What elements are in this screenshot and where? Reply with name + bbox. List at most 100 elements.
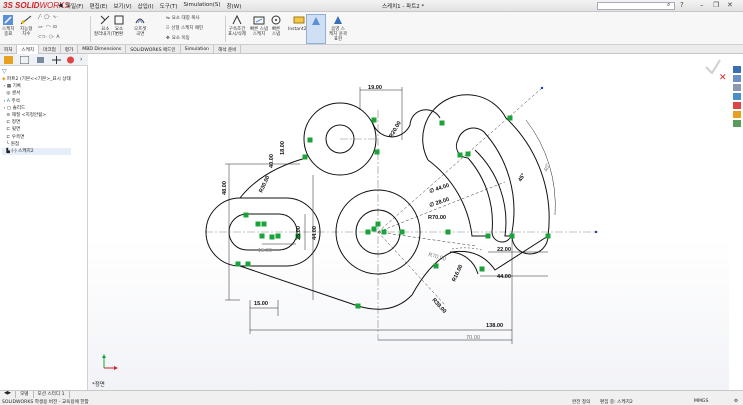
constraint-marker[interactable] xyxy=(507,115,513,121)
constraint-marker[interactable] xyxy=(545,233,551,239)
chevron-right-icon[interactable]: › xyxy=(80,56,82,63)
help-icon[interactable]: ? xyxy=(680,1,684,9)
settings-icon[interactable]: ⚙ xyxy=(734,399,738,404)
constraint-marker[interactable] xyxy=(275,233,281,239)
constraint-marker[interactable] xyxy=(445,229,451,235)
right-inner-slot[interactable] xyxy=(455,127,515,243)
constraint-marker[interactable] xyxy=(457,152,463,158)
linear-pattern-button[interactable]: ⠿ 선형 스케치 패턴 xyxy=(166,25,203,32)
tab-mbd[interactable]: MBD Dimensions xyxy=(78,45,127,54)
lower-right-arc[interactable] xyxy=(411,235,549,296)
dim-r30[interactable]: R30.00 xyxy=(258,175,271,194)
tree-item-right-plane[interactable]: ⊏ 우측면 xyxy=(2,134,71,141)
menu-view[interactable]: 보기(V) xyxy=(113,2,131,10)
tree-item-front-plane[interactable]: ⊏ 정면 xyxy=(2,119,71,126)
constraint-marker[interactable] xyxy=(243,212,249,218)
constraint-marker[interactable] xyxy=(307,137,313,143)
mirror-entities-button[interactable]: ⇋ 요소 대칭 복사 xyxy=(166,15,199,22)
dim-r70-lower[interactable]: R70.00 xyxy=(427,252,446,262)
cancel-icon[interactable]: ✕ xyxy=(719,73,727,83)
quick-snaps-button[interactable]: 빠른 스냅 xyxy=(270,14,282,37)
constraint-marker[interactable] xyxy=(371,226,377,232)
dim-48[interactable]: 48.00 xyxy=(222,181,228,195)
tab-addins[interactable]: SOLIDWORKS 애드인 xyxy=(126,45,181,54)
r16-arc[interactable] xyxy=(449,251,479,275)
slot-tool[interactable]: ⊂⊃· ⬡· A xyxy=(38,35,59,40)
constraint-marker[interactable] xyxy=(255,221,261,227)
constraint-marker[interactable] xyxy=(433,263,439,269)
dim-r16[interactable]: R16.00 xyxy=(451,264,464,283)
dimxpert-icon[interactable] xyxy=(52,56,61,64)
dim-19[interactable]: 19.00 xyxy=(368,85,382,91)
constraint-marker[interactable] xyxy=(355,303,361,309)
tree-item-top-plane[interactable]: ⊏ 윗면 xyxy=(2,126,71,133)
tree-item-sensors[interactable]: ◎ 센서 xyxy=(2,90,71,97)
constraint-marker[interactable] xyxy=(439,120,445,126)
search-input[interactable] xyxy=(597,2,675,10)
constraint-marker[interactable] xyxy=(269,234,275,240)
dim-phi28[interactable]: ∅ 28.00 xyxy=(428,196,450,209)
constraint-marker[interactable] xyxy=(302,154,308,160)
units-selector[interactable]: MMGS xyxy=(694,399,708,404)
dim-138[interactable]: 138.00 xyxy=(486,323,503,329)
exit-sketch-button[interactable]: 스케치 종료 xyxy=(2,14,14,37)
menu-edit[interactable]: 편집(E) xyxy=(90,2,108,10)
constraint-marker[interactable] xyxy=(365,229,371,235)
bottom-arc[interactable] xyxy=(357,294,413,310)
display-relations-button[interactable]: 구속조건 표시/삭제 xyxy=(228,14,246,37)
search-icon[interactable]: ⌕ xyxy=(667,1,670,9)
menu-arrow-icon[interactable]: ◀ xyxy=(58,2,63,9)
tab-markup[interactable]: 마크업 xyxy=(39,45,61,54)
tab-analysis-prep[interactable]: 해석 준비 xyxy=(214,45,242,54)
menu-tools[interactable]: 도구(T) xyxy=(160,2,178,10)
constraint-marker[interactable] xyxy=(245,261,251,267)
confirmation-corner[interactable]: ✕ xyxy=(705,59,727,83)
tree-item-solid[interactable]: › ▢ 솔리드 xyxy=(2,105,71,112)
tree-item-annotations[interactable]: › A 주석 xyxy=(2,98,71,105)
constraint-marker[interactable] xyxy=(399,229,405,235)
right-mid-arc[interactable] xyxy=(427,159,488,237)
dim-15-outer[interactable]: 15.00 xyxy=(254,301,268,307)
tree-item-material[interactable]: ≡ 재질 <지정안됨> xyxy=(2,112,71,119)
file-explorer-icon[interactable] xyxy=(733,84,741,91)
menu-insert[interactable]: 삽입(I) xyxy=(138,2,154,10)
dim-angle-45[interactable]: 45° xyxy=(518,173,527,183)
constraint-marker[interactable] xyxy=(381,229,387,235)
menu-file[interactable]: 파일(F) xyxy=(66,2,84,10)
forum-icon[interactable] xyxy=(733,120,741,127)
close-icon[interactable]: ✕ xyxy=(727,1,733,9)
dim-angle-40[interactable]: 40° xyxy=(543,163,552,173)
convert-entities-button[interactable]: 요소 변환 xyxy=(113,14,125,37)
right-outer-arc[interactable] xyxy=(422,94,550,255)
sketch-drawing[interactable]: ⌕ ⌕ ⟲ ◧ ▣ ◉ ◎ ◐ ◑ ▭ ❐ ⊟ – ✕ xyxy=(88,54,729,390)
tab-evaluate[interactable]: 평가 xyxy=(61,45,79,54)
design-library-icon[interactable] xyxy=(733,75,741,82)
dim-25[interactable]: 25.00 xyxy=(296,226,302,240)
dim-18[interactable]: 18.00 xyxy=(280,141,286,155)
shaded-sketch-button[interactable]: 음영 스 케치 윤곽 표현 xyxy=(329,14,347,42)
constraint-marker[interactable] xyxy=(375,221,381,227)
rapid-sketch-button[interactable]: 빠른 스냅 스케치 xyxy=(250,14,268,37)
rect-tool[interactable]: ▭· ◠· ⊡ xyxy=(38,25,57,30)
dim-22[interactable]: 22.00 xyxy=(497,247,511,253)
constraint-marker[interactable] xyxy=(479,266,485,272)
filter-icon[interactable]: ▽ xyxy=(2,68,7,75)
restore-icon[interactable]: ❐ xyxy=(713,1,719,9)
move-entities-button[interactable]: ✥ 요소 이동 xyxy=(166,35,190,42)
bottom-line[interactable] xyxy=(239,265,359,307)
feature-tree-icon[interactable] xyxy=(4,56,13,64)
constraint-marker[interactable] xyxy=(371,117,377,123)
tree-root[interactable]: ◆ 파트2 (기본<<기본>_표시 상태 xyxy=(2,76,71,83)
smart-dimension-button[interactable]: 지능형 치수 xyxy=(20,14,32,37)
custom-properties-icon[interactable] xyxy=(733,111,741,118)
menu-simulation[interactable]: Simulation(S) xyxy=(183,2,220,10)
offset-surface-button[interactable]: 오프셋 곡면 xyxy=(134,14,146,37)
dim-44-horizontal[interactable]: 44.00 xyxy=(497,274,511,280)
constraint-marker[interactable] xyxy=(465,151,471,157)
configuration-icon[interactable] xyxy=(36,56,45,64)
line-tool[interactable]: ╱· ◯· ∿· xyxy=(38,15,58,20)
constraint-marker[interactable] xyxy=(235,261,241,267)
dim-15-inner[interactable]: 15.00 xyxy=(258,248,272,254)
fillet-r20[interactable] xyxy=(371,109,441,138)
tab-features[interactable]: 피처 xyxy=(0,45,18,54)
